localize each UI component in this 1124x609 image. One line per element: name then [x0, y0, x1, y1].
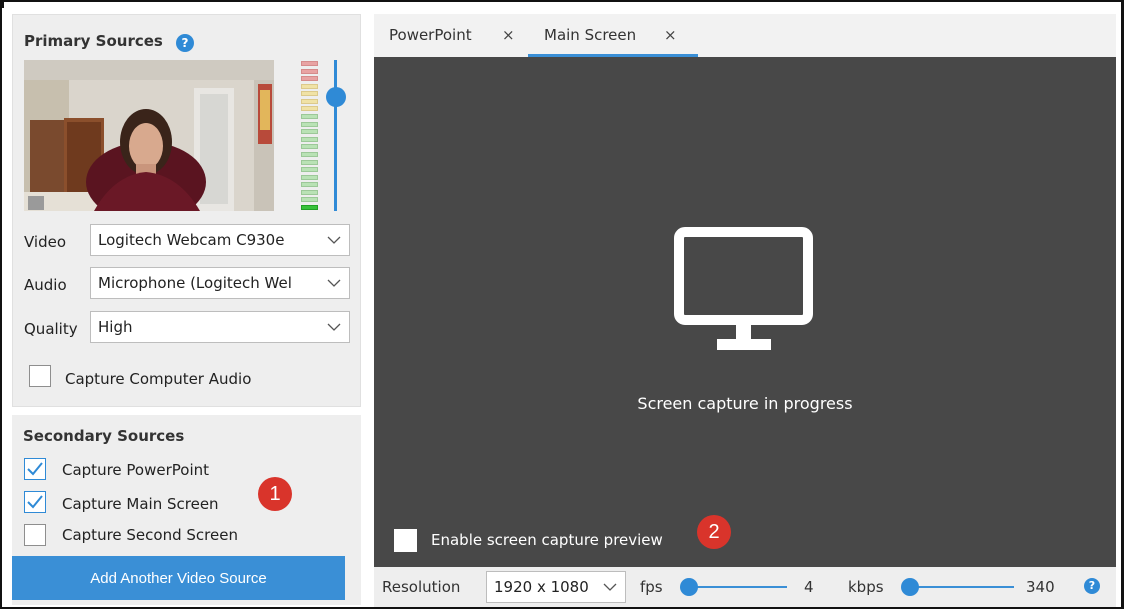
audio-select[interactable]: Microphone (Logitech Wel [90, 267, 350, 299]
chevron-down-icon [603, 583, 617, 591]
capture-main-screen-checkbox[interactable] [24, 491, 46, 513]
capture-powerpoint-label: Capture PowerPoint [62, 461, 210, 479]
chevron-down-icon [327, 323, 341, 331]
annotation-badge-1: 1 [258, 477, 292, 511]
primary-sources-help-icon[interactable]: ? [176, 34, 194, 52]
kbps-value: 340 [1026, 578, 1055, 596]
checkmark-icon [27, 495, 43, 509]
video-select-value: Logitech Webcam C930e [98, 231, 285, 249]
capture-computer-audio-checkbox[interactable] [29, 365, 51, 387]
checkmark-icon [27, 462, 43, 476]
resolution-select[interactable]: 1920 x 1080 [486, 571, 626, 603]
settings-help-icon[interactable]: ? [1084, 578, 1100, 594]
capture-second-screen-label: Capture Second Screen [62, 526, 238, 544]
tab-powerpoint[interactable]: PowerPoint [389, 14, 472, 57]
quality-select[interactable]: High [90, 311, 350, 343]
capture-second-screen-checkbox[interactable] [24, 524, 46, 546]
capture-status-text: Screen capture in progress [637, 394, 853, 413]
capture-powerpoint-checkbox[interactable] [24, 458, 46, 480]
tab-main-screen[interactable]: Main Screen [544, 14, 636, 57]
capture-settings-bar: Resolution 1920 x 1080 fps 4 kbps 340 ? [374, 567, 1116, 607]
chevron-down-icon [327, 279, 341, 287]
chevron-down-icon [327, 236, 341, 244]
screen-preview-area: Enable screen capture preview [374, 57, 1116, 567]
primary-sources-title: Primary Sources [24, 32, 163, 50]
audio-label: Audio [24, 276, 67, 294]
fps-slider-thumb[interactable] [680, 578, 698, 596]
tab-bar: PowerPoint × Main Screen × [374, 14, 1116, 57]
audio-select-value: Microphone (Logitech Wel [98, 274, 292, 292]
corner-mark [0, 0, 4, 8]
webcam-preview [24, 60, 274, 211]
kbps-slider-thumb[interactable] [901, 578, 919, 596]
enable-preview-label: Enable screen capture preview [431, 531, 663, 549]
tab-main-screen-close-icon[interactable]: × [664, 14, 677, 57]
secondary-sources-title: Secondary Sources [23, 427, 185, 445]
monitor-icon [674, 227, 813, 350]
annotation-badge-2: 2 [697, 515, 731, 549]
capture-computer-audio-label: Capture Computer Audio [65, 370, 252, 388]
tab-powerpoint-close-icon[interactable]: × [502, 14, 515, 57]
fps-slider-track[interactable] [687, 586, 787, 588]
fps-label: fps [640, 578, 663, 596]
resolution-select-value: 1920 x 1080 [494, 578, 589, 596]
audio-level-meter [301, 60, 318, 211]
volume-slider-thumb[interactable] [326, 87, 346, 107]
quality-label: Quality [24, 320, 78, 338]
enable-preview-checkbox[interactable] [394, 529, 417, 552]
video-label: Video [24, 233, 67, 251]
add-video-source-button[interactable]: Add Another Video Source [12, 556, 345, 600]
webcam-image [24, 60, 274, 211]
quality-select-value: High [98, 318, 133, 336]
kbps-slider-track[interactable] [909, 586, 1014, 588]
secondary-sources-panel: Secondary Sources Capture PowerPoint Cap… [12, 415, 361, 605]
video-select[interactable]: Logitech Webcam C930e [90, 224, 350, 256]
resolution-label: Resolution [382, 578, 461, 596]
volume-slider-track[interactable] [334, 60, 337, 211]
primary-sources-panel: Primary Sources ? Video Logitech Webcam … [12, 14, 361, 407]
fps-value: 4 [804, 578, 814, 596]
capture-main-screen-label: Capture Main Screen [62, 495, 219, 513]
kbps-label: kbps [848, 578, 884, 596]
